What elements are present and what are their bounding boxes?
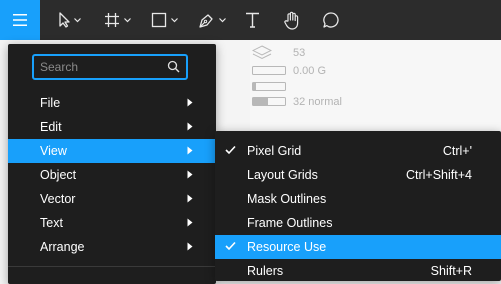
pen-tool-button[interactable] bbox=[194, 0, 230, 40]
hand-tool-button[interactable] bbox=[280, 0, 304, 40]
text-tool-icon bbox=[245, 12, 259, 28]
submenu-item-rulers[interactable]: Rulers Shift+R bbox=[215, 259, 501, 283]
chevron-down-icon bbox=[123, 17, 131, 22]
toolbar bbox=[0, 0, 501, 40]
menu-item-label: Edit bbox=[40, 120, 62, 134]
menu-item-edit[interactable]: Edit bbox=[8, 115, 216, 139]
menu-item-text[interactable]: Text bbox=[8, 211, 216, 235]
pen-tool-icon bbox=[199, 13, 213, 28]
layer-count: 53 bbox=[293, 47, 306, 59]
submenu-item-frame-outlines[interactable]: Frame Outlines bbox=[215, 211, 501, 235]
effect-bar-icon bbox=[252, 66, 286, 75]
menu-search[interactable] bbox=[32, 54, 188, 80]
menu-item-label: File bbox=[40, 96, 61, 110]
comment-tool-button[interactable] bbox=[318, 0, 344, 40]
chevron-down-icon bbox=[170, 17, 178, 22]
shortcut-label: Ctrl+Shift+4 bbox=[405, 168, 472, 182]
chevron-right-icon bbox=[187, 242, 193, 251]
menu-item-object[interactable]: Object bbox=[8, 163, 216, 187]
effect-value: 0.00 G bbox=[293, 65, 327, 77]
menu-divider bbox=[8, 266, 216, 267]
menu-item-label: Arrange bbox=[40, 240, 85, 254]
submenu-item-label: Layout Grids bbox=[247, 168, 318, 182]
shortcut-label: Shift+R bbox=[430, 264, 472, 278]
frame-tool-icon bbox=[104, 13, 119, 27]
frame-tool-button[interactable] bbox=[100, 0, 134, 40]
size-bar-icon bbox=[252, 82, 286, 91]
rectangle-tool-button[interactable] bbox=[146, 0, 182, 40]
menu-item-vector[interactable]: Vector bbox=[8, 187, 216, 211]
chevron-right-icon bbox=[187, 218, 193, 227]
submenu-item-label: Resource Use bbox=[247, 240, 327, 254]
rectangle-tool-icon bbox=[151, 12, 166, 28]
menu-icon bbox=[13, 14, 27, 26]
menu-item-label: Vector bbox=[40, 192, 76, 206]
layers-icon bbox=[252, 45, 272, 60]
menu-item-label: Object bbox=[40, 168, 77, 182]
submenu-item-label: Mask Outlines bbox=[247, 192, 327, 206]
chevron-down-icon bbox=[219, 17, 226, 22]
menu-item-arrange[interactable]: Arrange bbox=[8, 235, 216, 259]
checkmark-icon bbox=[225, 241, 236, 251]
chevron-right-icon bbox=[187, 146, 193, 155]
chevron-right-icon bbox=[187, 170, 193, 179]
move-tool-button[interactable] bbox=[52, 0, 86, 40]
checkmark-icon bbox=[225, 145, 236, 155]
shortcut-label: Ctrl+' bbox=[442, 144, 472, 158]
search-icon bbox=[167, 60, 180, 73]
submenu-item-label: Frame Outlines bbox=[247, 216, 333, 230]
chevron-right-icon bbox=[187, 194, 193, 203]
blend-bar-icon bbox=[252, 97, 286, 106]
chevron-down-icon bbox=[73, 17, 81, 22]
main-menu-button[interactable] bbox=[0, 0, 40, 40]
comment-tool-icon bbox=[323, 12, 339, 28]
submenu-item-layout-grids[interactable]: Layout Grids Ctrl+Shift+4 bbox=[215, 163, 501, 187]
view-submenu: Pixel Grid Ctrl+' Layout Grids Ctrl+Shif… bbox=[215, 131, 501, 281]
menu-item-label: Text bbox=[40, 216, 63, 230]
hand-tool-icon bbox=[284, 11, 299, 30]
blend-value: 32 normal bbox=[293, 96, 342, 108]
submenu-item-label: Rulers bbox=[247, 264, 284, 278]
submenu-item-mask-outlines[interactable]: Mask Outlines bbox=[215, 187, 501, 211]
move-tool-icon bbox=[58, 12, 70, 28]
menu-item-file[interactable]: File bbox=[8, 91, 216, 115]
chevron-right-icon bbox=[187, 122, 193, 131]
chevron-right-icon bbox=[187, 98, 193, 107]
menu-item-label: View bbox=[40, 144, 67, 158]
submenu-item-resource-use[interactable]: Resource Use bbox=[215, 235, 501, 259]
submenu-item-pixel-grid[interactable]: Pixel Grid Ctrl+' bbox=[215, 139, 501, 163]
menu-item-view[interactable]: View bbox=[8, 139, 216, 163]
search-input[interactable] bbox=[40, 59, 160, 75]
submenu-item-label: Pixel Grid bbox=[247, 144, 302, 158]
text-tool-button[interactable] bbox=[240, 0, 264, 40]
main-menu: File Edit View Object Vector Text Arrang… bbox=[8, 44, 216, 284]
